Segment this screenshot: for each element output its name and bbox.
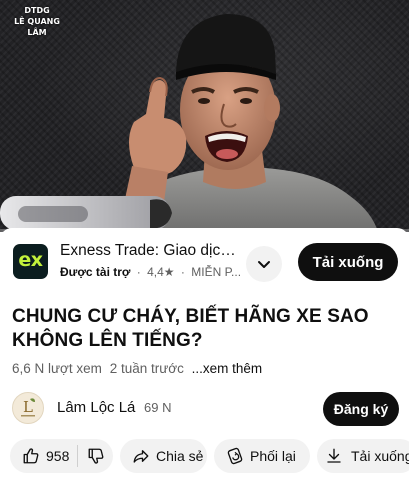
sponsored-ad-card[interactable]: ex Exness Trade: Giao dịch... Được tài t… [0, 228, 409, 290]
channel-avatar[interactable]: L [12, 392, 44, 424]
share-icon [133, 450, 149, 463]
watermark-line-1: DTDG [24, 6, 50, 15]
like-count: 958 [46, 448, 70, 464]
like-dislike-chip: 958 [10, 439, 113, 473]
ad-title[interactable]: Exness Trade: Giao dịch... [60, 242, 240, 260]
dislike-button[interactable] [78, 439, 105, 473]
ad-download-button[interactable]: Tải xuống [298, 243, 398, 281]
view-count: 6,6 N lượt xem [12, 361, 102, 376]
app-rating: 4,4★ [147, 265, 175, 279]
channel-logo-icon: L [21, 398, 35, 417]
subscribe-button[interactable]: Đăng ký [323, 392, 399, 426]
thumb-up-icon [23, 448, 39, 464]
watermark-line-2: LÊ QUANG LÂM [14, 17, 60, 37]
remix-label: Phối lại [250, 448, 296, 464]
channel-name[interactable]: Lâm Lộc Lá [57, 399, 135, 416]
channel-watermark: DTDG LÊ QUANG LÂM [4, 5, 70, 38]
share-button[interactable]: Chia sẻ [120, 439, 207, 473]
exness-logo: ex [13, 244, 48, 279]
video-title[interactable]: CHUNG CƯ CHÁY, BIẾT HÃNG XE SAO KHÔNG LÊ… [12, 305, 397, 353]
thumb-down-icon [88, 448, 104, 464]
meta-separator: · [136, 265, 141, 279]
ad-meta: Được tài trợ · 4,4★ · MIỄN P... [60, 265, 240, 279]
app-price: MIỄN P... [191, 265, 240, 279]
upload-age: 2 tuần trước [109, 361, 184, 376]
video-meta[interactable]: 6,6 N lượt xem 2 tuần trước ...xem thêm [12, 361, 266, 376]
download-icon [327, 448, 341, 463]
remix-icon [227, 447, 243, 465]
share-label: Chia sẻ [156, 448, 204, 464]
subscriber-count: 69 N [144, 400, 172, 415]
video-player[interactable]: DTDG LÊ QUANG LÂM [0, 0, 409, 232]
download-label: Tải xuống [351, 448, 409, 464]
meta-separator: · [180, 265, 185, 279]
sponsored-label: Được tài trợ [60, 265, 131, 279]
chevron-down-icon [258, 261, 270, 268]
like-button[interactable]: 958 [10, 439, 77, 473]
download-button[interactable]: Tải xuống [317, 439, 409, 473]
remix-button[interactable]: Phối lại [214, 439, 310, 473]
show-more-link[interactable]: ...xem thêm [192, 361, 263, 376]
ad-more-button[interactable] [246, 246, 282, 282]
